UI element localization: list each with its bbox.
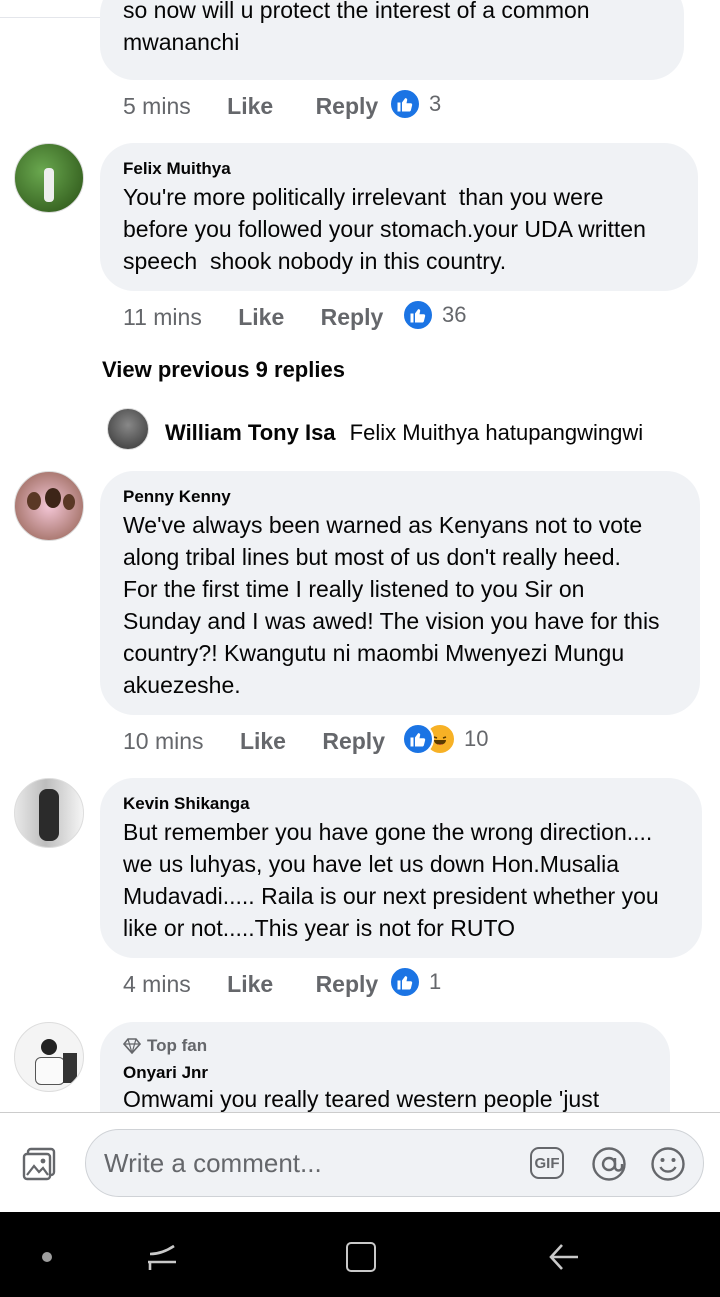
comment-text: We've always been warned as Kenyans not … (123, 512, 660, 698)
avatar[interactable] (107, 408, 149, 450)
comment-time: 10 mins (123, 728, 204, 754)
comment-time: 5 mins (123, 93, 191, 119)
reply-button[interactable]: Reply (316, 93, 379, 119)
reaction-count: 1 (429, 969, 442, 994)
reply-button[interactable]: Reply (321, 304, 384, 330)
reply-button[interactable]: Reply (316, 971, 379, 997)
home-icon[interactable] (346, 1242, 376, 1272)
commenter-name[interactable]: Onyari Jnr (123, 1063, 647, 1083)
comment-text: But remember you have gone the wrong dir… (123, 819, 659, 941)
like-button[interactable]: Like (240, 728, 286, 754)
comment-time: 11 mins (123, 304, 202, 330)
comment-meta: 10 mins Like Reply (123, 728, 385, 755)
recent-apps-icon[interactable] (146, 1240, 178, 1274)
reaction-summary[interactable]: 10 (402, 723, 488, 755)
commenter-name[interactable]: Kevin Shikanga (123, 794, 679, 814)
badge-label: Top fan (147, 1036, 208, 1055)
comment-text: Omwami you really teared western people … (123, 1086, 600, 1112)
diamond-icon (123, 1038, 141, 1054)
avatar[interactable] (14, 1022, 84, 1092)
reply-author: William Tony Isa (165, 420, 336, 445)
comment-input[interactable]: Write a comment... GIF (85, 1129, 704, 1197)
dot-icon (42, 1252, 52, 1262)
comment-bubble: so now will u protect the interest of a … (100, 0, 684, 80)
reaction-count: 10 (464, 726, 489, 751)
like-button[interactable]: Like (227, 93, 273, 119)
comment-composer-bar: Write a comment... GIF (0, 1112, 720, 1213)
top-divider (0, 17, 100, 18)
at-icon[interactable] (591, 1146, 627, 1182)
comment-meta: 11 mins Like Reply (123, 304, 383, 331)
system-navigation-bar (0, 1212, 720, 1297)
comment-placeholder: Write a comment... (104, 1148, 322, 1178)
reaction-summary[interactable]: 36 (402, 299, 466, 331)
thumbs-up-icon (402, 299, 434, 331)
comment-bubble: Felix Muithya You're more politically ir… (100, 143, 698, 291)
thumbs-up-icon (402, 723, 434, 755)
smiley-icon[interactable] (650, 1146, 686, 1182)
view-previous-replies-link[interactable]: View previous 9 replies (102, 357, 345, 383)
comment-meta: 4 mins Like Reply (123, 971, 378, 998)
comment-text: so now will u protect the interest of a … (123, 0, 590, 55)
commenter-name[interactable]: Penny Kenny (123, 487, 677, 507)
avatar[interactable] (14, 471, 84, 541)
gif-icon[interactable]: GIF (530, 1147, 564, 1179)
comment-meta: 5 mins Like Reply (123, 93, 378, 120)
comment-time: 4 mins (123, 971, 191, 997)
commenter-name[interactable]: Felix Muithya (123, 159, 675, 179)
back-icon[interactable] (548, 1242, 580, 1272)
avatar[interactable] (14, 143, 84, 213)
reaction-summary[interactable]: 3 (389, 88, 441, 120)
gif-label: GIF (534, 1154, 560, 1172)
comment-bubble: Kevin Shikanga But remember you have gon… (100, 778, 702, 958)
reaction-count: 36 (442, 302, 467, 327)
photo-icon[interactable] (22, 1145, 58, 1181)
like-button[interactable]: Like (227, 971, 273, 997)
top-fan-badge: Top fan (123, 1036, 647, 1056)
comment-bubble: Penny Kenny We've always been warned as … (100, 471, 700, 715)
thumbs-up-icon (389, 966, 421, 998)
reaction-summary[interactable]: 1 (389, 966, 441, 998)
reply-button[interactable]: Reply (322, 728, 385, 754)
avatar[interactable] (14, 778, 84, 848)
reply-snippet: Felix Muithya hatupangwingwi (349, 420, 644, 445)
reply-preview[interactable]: William Tony Isa Felix Muithya hatupangw… (165, 420, 643, 446)
thumbs-up-icon (389, 88, 421, 120)
like-button[interactable]: Like (238, 304, 284, 330)
comment-text: You're more politically irrelevant than … (123, 184, 646, 274)
reaction-count: 3 (429, 91, 442, 116)
